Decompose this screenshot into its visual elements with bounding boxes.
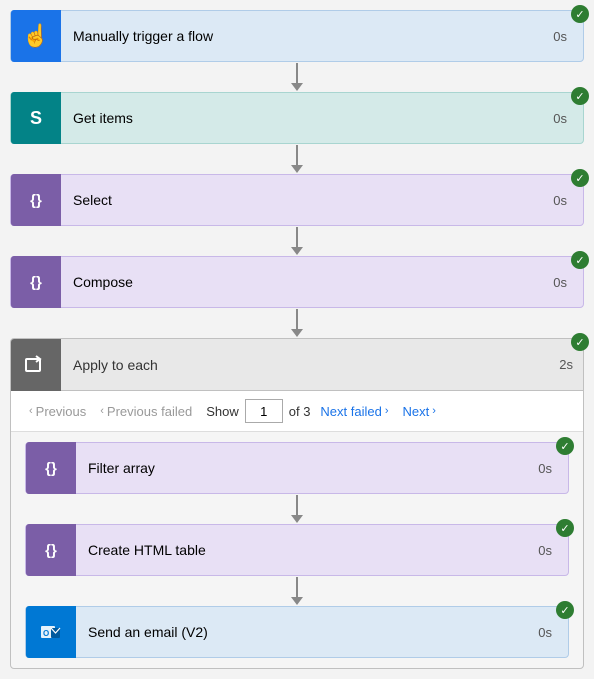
next-button[interactable]: Next › (399, 402, 440, 421)
arrow-1 (291, 62, 303, 92)
getitems-duration: 0s (553, 111, 567, 126)
sendemail-icon: O (26, 606, 76, 658)
step-getitems[interactable]: S Get items 0s ✓ (10, 92, 584, 144)
getitems-icon: S (11, 92, 61, 144)
prev-failed-chevron-icon: ‹ (100, 405, 104, 417)
trigger-label: Manually trigger a flow (61, 28, 553, 44)
compose-duration: 0s (553, 275, 567, 290)
svg-text:O: O (43, 629, 49, 638)
next-failed-chevron-icon: › (385, 405, 389, 417)
select-duration: 0s (553, 193, 567, 208)
sendemail-check: ✓ (556, 601, 574, 619)
next-chevron-icon: › (432, 405, 436, 417)
step-trigger[interactable]: ☝ Manually trigger a flow 0s ✓ (10, 10, 584, 62)
apply-header[interactable]: Apply to each 2s (11, 339, 583, 391)
step-select[interactable]: {} Select 0s ✓ (10, 174, 584, 226)
filterarray-label: Filter array (76, 460, 538, 476)
createhtmltable-check: ✓ (556, 519, 574, 537)
compose-icon: {} (11, 256, 61, 308)
step-createhtmltable[interactable]: {} Create HTML table 0s ✓ (25, 524, 569, 576)
select-check: ✓ (571, 169, 589, 187)
select-icon: {} (11, 174, 61, 226)
apply-icon (11, 339, 61, 391)
sendemail-duration: 0s (538, 625, 552, 640)
createhtmltable-icon: {} (26, 524, 76, 576)
next-failed-button[interactable]: Next failed › (316, 402, 392, 421)
getitems-check: ✓ (571, 87, 589, 105)
step-filterarray[interactable]: {} Filter array 0s ✓ (25, 442, 569, 494)
trigger-duration: 0s (553, 29, 567, 44)
flow-container: ☝ Manually trigger a flow 0s ✓ S Get ite… (10, 10, 584, 669)
inner-steps: {} Filter array 0s ✓ {} Create HTML tabl… (11, 432, 583, 668)
compose-check: ✓ (571, 251, 589, 269)
inner-arrow-2 (291, 576, 303, 606)
previous-button[interactable]: ‹ Previous (25, 402, 90, 421)
trigger-check: ✓ (571, 5, 589, 23)
of-label: of 3 (289, 404, 311, 419)
apply-duration: 2s (559, 357, 573, 372)
step-compose[interactable]: {} Compose 0s ✓ (10, 256, 584, 308)
inner-arrow-1 (291, 494, 303, 524)
apply-to-each-container: Apply to each 2s ✓ ‹ Previous ‹ Previous… (10, 338, 584, 669)
arrow-4 (291, 308, 303, 338)
apply-label: Apply to each (61, 357, 559, 373)
createhtmltable-duration: 0s (538, 543, 552, 558)
compose-label: Compose (61, 274, 553, 290)
show-label: Show (206, 404, 239, 419)
previous-failed-button[interactable]: ‹ Previous failed (96, 402, 196, 421)
page-input[interactable] (245, 399, 283, 423)
select-label: Select (61, 192, 553, 208)
filterarray-check: ✓ (556, 437, 574, 455)
createhtmltable-label: Create HTML table (76, 542, 538, 558)
trigger-icon: ☝ (11, 10, 61, 62)
filterarray-icon: {} (26, 442, 76, 494)
arrow-3 (291, 226, 303, 256)
apply-check: ✓ (571, 333, 589, 351)
sendemail-label: Send an email (V2) (76, 624, 538, 640)
arrow-2 (291, 144, 303, 174)
pagination-bar: ‹ Previous ‹ Previous failed Show of 3 N… (11, 391, 583, 432)
previous-chevron-icon: ‹ (29, 405, 33, 417)
filterarray-duration: 0s (538, 461, 552, 476)
getitems-label: Get items (61, 110, 553, 126)
step-sendemail[interactable]: O Send an email (V2) 0s ✓ (25, 606, 569, 658)
